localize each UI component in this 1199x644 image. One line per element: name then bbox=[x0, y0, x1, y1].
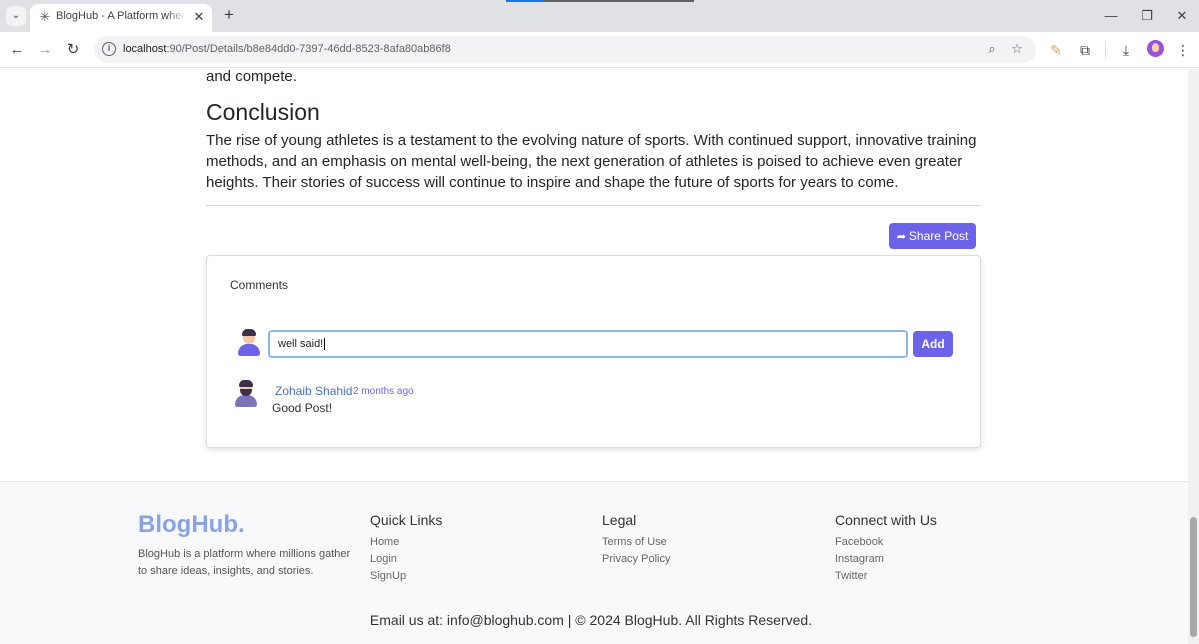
tab-bar: ⌄ ✳ BlogHub - A Platform where yo ✕ + — … bbox=[0, 0, 1199, 32]
browser-toolbar: ← → ↻ i localhost:90/Post/Details/b8e84d… bbox=[0, 32, 1199, 68]
footer-link-privacy[interactable]: Privacy Policy bbox=[602, 551, 670, 568]
restore-icon[interactable]: ❐ bbox=[1136, 6, 1158, 26]
article-tail-text: and compete. bbox=[206, 69, 297, 85]
comments-title: Comments bbox=[230, 278, 289, 292]
divider bbox=[206, 205, 981, 206]
pen-extension-icon[interactable]: ✎ bbox=[1047, 41, 1065, 59]
quick-links-title: Quick Links bbox=[370, 512, 443, 528]
footer-brand-logo[interactable]: BlogHub. bbox=[138, 511, 245, 539]
quick-links-column: Quick Links Home Login SignUp bbox=[370, 512, 442, 585]
favicon-icon: ✳ bbox=[39, 9, 51, 24]
comment-input-value: well said! bbox=[278, 338, 324, 350]
footer-link-terms[interactable]: Terms of Use bbox=[602, 534, 670, 551]
article-paragraph: The rise of young athletes is a testamen… bbox=[206, 132, 977, 191]
forward-icon[interactable]: → bbox=[35, 40, 55, 60]
url-path: :90/Post/Details/b8e84dd0-7397-46dd-8523… bbox=[166, 43, 451, 55]
footer-link-home[interactable]: Home bbox=[370, 534, 442, 551]
add-comment-button[interactable]: Add bbox=[913, 331, 953, 357]
url-host: localhost bbox=[123, 43, 167, 55]
browser-tab-active[interactable]: ✳ BlogHub - A Platform where yo ✕ bbox=[30, 4, 212, 32]
footer: BlogHub. BlogHub is a platform where mil… bbox=[0, 481, 1188, 644]
new-tab-icon[interactable]: + bbox=[220, 5, 238, 25]
section-heading: Conclusion bbox=[206, 99, 320, 125]
download-icon[interactable]: ⤓ bbox=[1117, 41, 1135, 59]
footer-link-facebook[interactable]: Facebook bbox=[835, 534, 937, 551]
connect-column: Connect with Us Facebook Instagram Twitt… bbox=[835, 512, 937, 585]
reload-icon[interactable]: ↻ bbox=[63, 40, 83, 60]
menu-kebab-icon[interactable]: ⋮ bbox=[1174, 41, 1192, 59]
footer-copyright: Email us at: info@bloghub.com | © 2024 B… bbox=[369, 612, 813, 628]
bookmark-star-icon[interactable]: ☆ bbox=[1009, 41, 1025, 57]
text-caret bbox=[324, 338, 326, 351]
site-info-icon[interactable]: i bbox=[102, 42, 116, 56]
share-icon: ➦ bbox=[896, 231, 906, 243]
comment-input[interactable]: well said! bbox=[268, 330, 908, 358]
footer-link-twitter[interactable]: Twitter bbox=[835, 568, 937, 585]
toolbar-separator bbox=[1105, 41, 1106, 59]
tab-title: BlogHub - A Platform where yo bbox=[56, 10, 186, 22]
comment-author-link[interactable]: Zohaib Shahid bbox=[275, 384, 352, 398]
comment-text: Good Post! bbox=[272, 401, 333, 415]
share-post-button[interactable]: ➦ Share Post bbox=[889, 223, 976, 249]
page-viewport: and compete. Conclusion The rise of youn… bbox=[0, 69, 1188, 644]
tab-close-icon[interactable]: ✕ bbox=[192, 10, 206, 24]
scrollbar-thumb[interactable] bbox=[1190, 517, 1197, 637]
share-post-label: Share Post bbox=[908, 229, 969, 243]
address-bar[interactable]: i localhost:90/Post/Details/b8e84dd0-739… bbox=[94, 36, 1036, 63]
page-scrollbar[interactable] bbox=[1188, 69, 1199, 644]
minimize-icon[interactable]: — bbox=[1100, 6, 1122, 26]
current-user-avatar bbox=[236, 329, 262, 359]
profile-avatar[interactable] bbox=[1147, 40, 1164, 57]
comments-card: Comments well said! Add Zohaib Shahid 2 … bbox=[206, 255, 981, 448]
back-icon[interactable]: ← bbox=[7, 40, 27, 60]
footer-description: BlogHub is a platform where millions gat… bbox=[138, 548, 351, 577]
footer-link-signup[interactable]: SignUp bbox=[370, 568, 442, 585]
url-text[interactable]: localhost:90/Post/Details/b8e84dd0-7397-… bbox=[123, 43, 451, 55]
zoom-icon[interactable]: ⌕ bbox=[984, 41, 1000, 57]
legal-title: Legal bbox=[602, 512, 637, 528]
tab-search-icon[interactable]: ⌄ bbox=[6, 6, 26, 26]
tab-strip-indicator-accent bbox=[506, 0, 544, 2]
comment-author-avatar bbox=[233, 380, 259, 410]
comment-timestamp: 2 months ago bbox=[353, 386, 414, 397]
footer-link-login[interactable]: Login bbox=[370, 551, 442, 568]
connect-title: Connect with Us bbox=[835, 512, 937, 528]
footer-link-instagram[interactable]: Instagram bbox=[835, 551, 937, 568]
extensions-icon[interactable]: ⧉ bbox=[1076, 41, 1094, 59]
window-close-icon[interactable]: ✕ bbox=[1171, 6, 1193, 26]
legal-column: Legal Terms of Use Privacy Policy bbox=[602, 512, 670, 568]
